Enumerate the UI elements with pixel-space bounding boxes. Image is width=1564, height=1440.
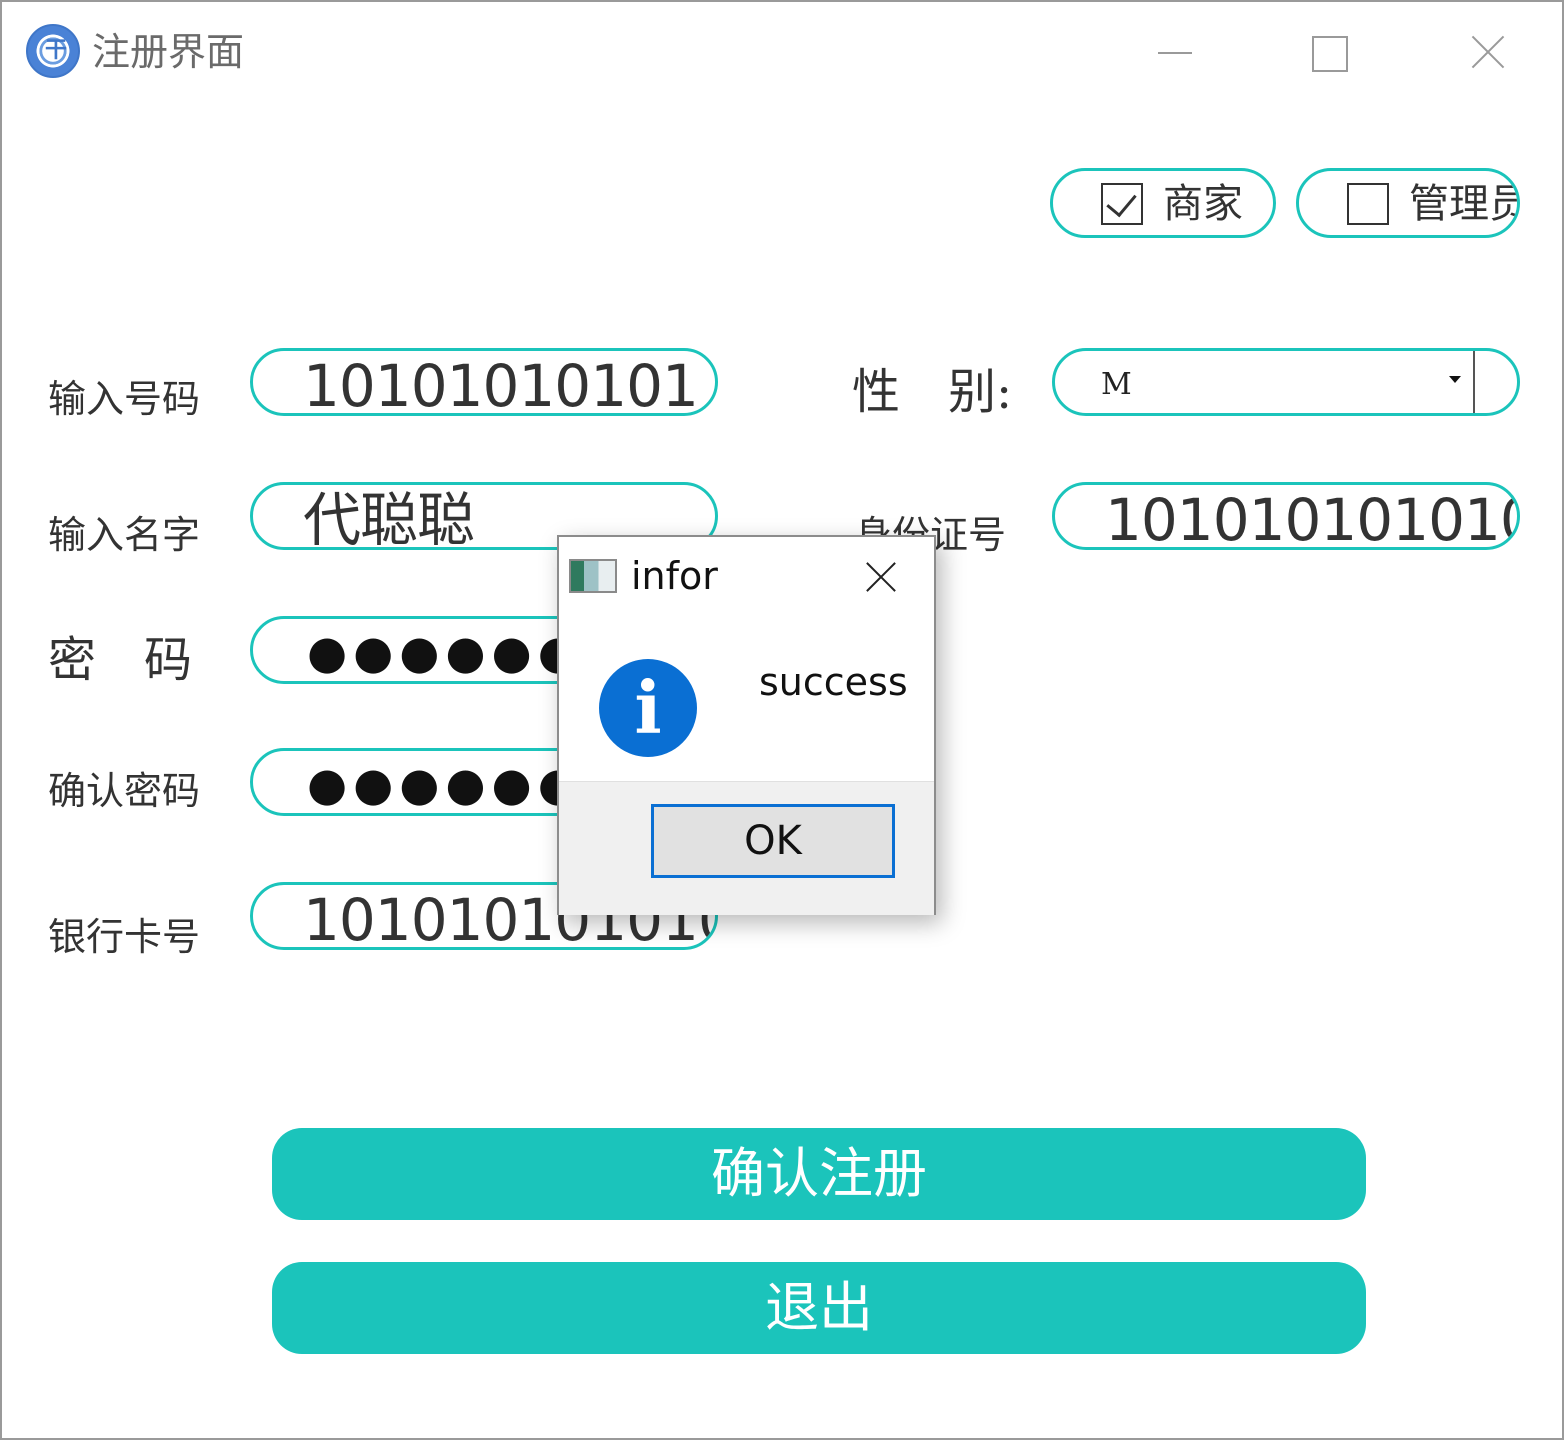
merchant-label: 商家	[1163, 181, 1243, 227]
registration-window: 干 注册界面 商家 管理员 输入号码 10101010101 性 别: M 输入…	[0, 0, 1564, 1440]
register-button[interactable]: 确认注册	[272, 1128, 1366, 1220]
exit-button[interactable]: 退出	[272, 1262, 1366, 1354]
id-number-field[interactable]: 101010101010	[1052, 482, 1520, 550]
name-label: 输入名字	[48, 513, 201, 557]
dialog-close-icon[interactable]	[857, 555, 905, 599]
admin-label: 管理员	[1409, 181, 1520, 227]
info-dialog: infor i success OK	[557, 535, 936, 915]
title-bar: 干 注册界面	[2, 2, 1562, 102]
info-icon: i	[599, 659, 697, 757]
close-window-button[interactable]	[1458, 24, 1518, 80]
minimize-button[interactable]	[1146, 24, 1206, 80]
dialog-footer: OK	[559, 781, 934, 915]
gender-selected-value: M	[1101, 367, 1132, 402]
password-label: 密 码	[48, 632, 193, 688]
phone-field[interactable]: 10101010101	[250, 348, 718, 416]
name-value: 代聪聪	[303, 486, 475, 550]
phone-value: 10101010101	[303, 352, 699, 416]
dialog-message: success	[759, 660, 908, 704]
gender-select[interactable]: M	[1052, 348, 1520, 416]
confirm-password-value: ●●●●●●	[307, 757, 584, 811]
confirm-password-label: 确认密码	[48, 769, 201, 813]
university-seal-icon: 干	[26, 24, 80, 78]
bank-card-label: 银行卡号	[48, 915, 201, 959]
window-title: 注册界面	[92, 30, 245, 74]
gender-dropdown-button[interactable]	[1441, 351, 1475, 413]
gender-label: 性 别:	[852, 364, 1013, 420]
dialog-window-icon	[569, 559, 617, 593]
admin-checkbox[interactable]	[1347, 183, 1389, 225]
role-merchant-toggle[interactable]: 商家	[1050, 168, 1276, 238]
password-value: ●●●●●●	[307, 625, 584, 679]
phone-label: 输入号码	[48, 377, 201, 421]
dialog-title: infor	[631, 554, 718, 598]
ok-button[interactable]: OK	[651, 804, 895, 878]
maximize-button[interactable]	[1300, 24, 1360, 80]
merchant-checkbox[interactable]	[1101, 183, 1143, 225]
role-admin-toggle[interactable]: 管理员	[1296, 168, 1520, 238]
id-number-value: 101010101010	[1105, 486, 1520, 550]
chevron-down-icon	[1449, 376, 1461, 383]
